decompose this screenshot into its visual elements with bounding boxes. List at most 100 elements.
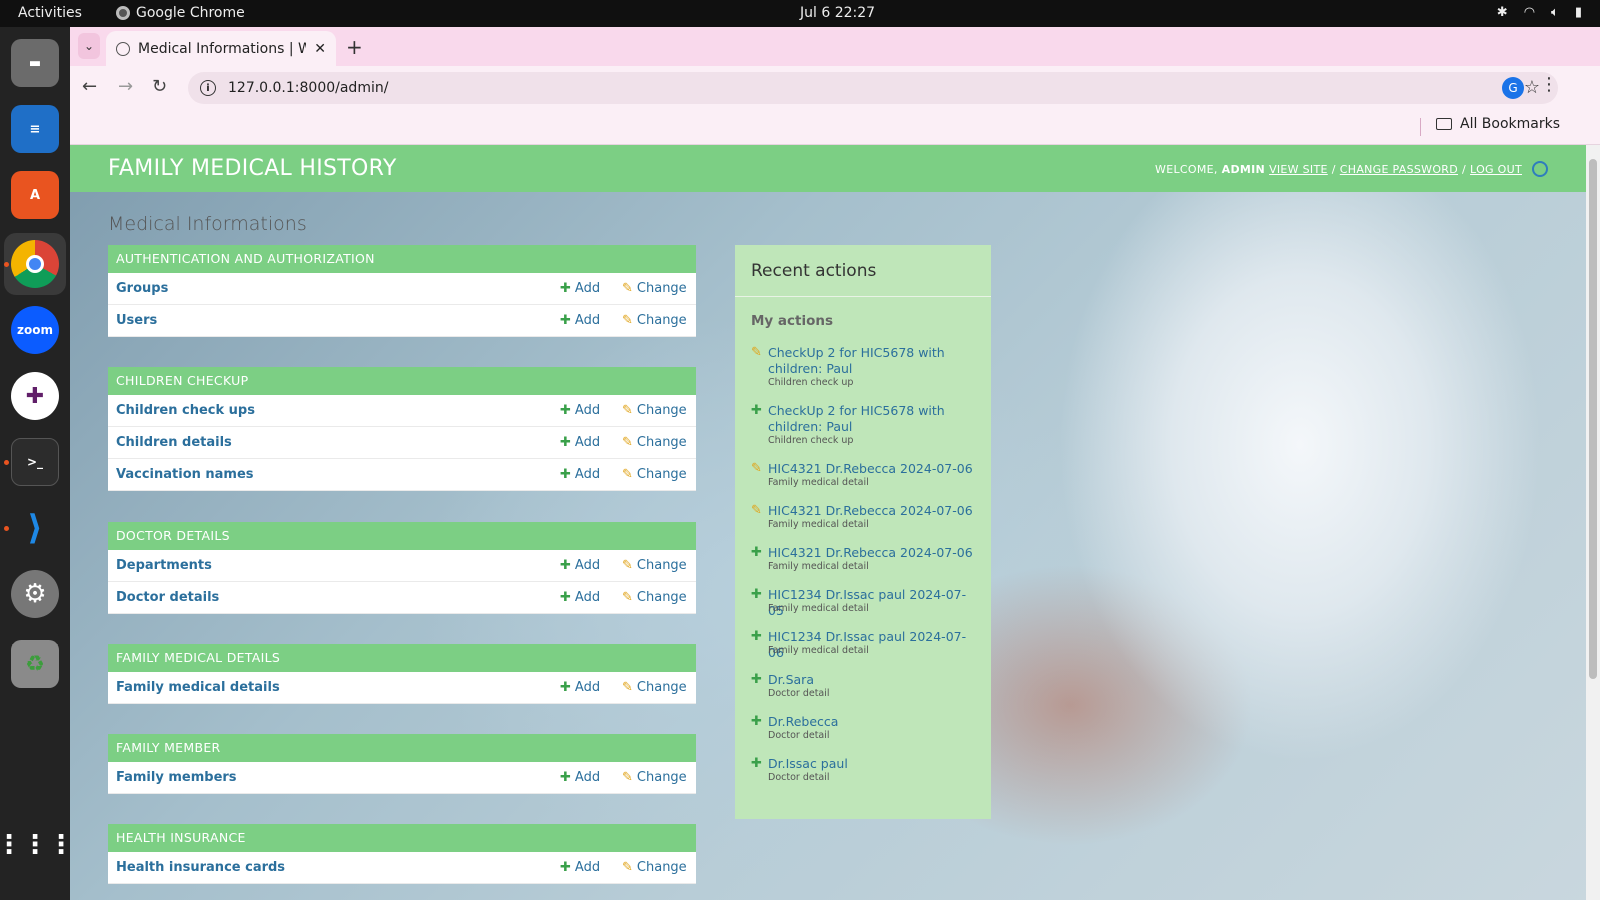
tab-search-button[interactable]: ⌄ (78, 33, 100, 59)
add-link[interactable]: ✚ Add (560, 281, 600, 296)
add-link[interactable]: ✚ Add (560, 860, 600, 875)
show-apps-icon[interactable]: ⋮⋮⋮ (0, 821, 74, 869)
recent-action-link[interactable]: Dr.Issac paul (768, 756, 973, 772)
model-link[interactable]: Health insurance cards (116, 860, 285, 875)
change-link[interactable]: ✎ Change (622, 680, 687, 695)
active-tab[interactable]: Medical Informations | W ✕ (106, 31, 336, 66)
add-link[interactable]: ✚ Add (560, 435, 600, 450)
model-row: Children check ups ✚ Add ✎ Change (108, 395, 696, 427)
close-tab-icon[interactable]: ✕ (314, 41, 326, 57)
recent-action-link[interactable]: HIC4321 Dr.Rebecca 2024-07-06 (768, 503, 973, 519)
profile-avatar[interactable]: G (1502, 77, 1524, 99)
module-caption[interactable]: AUTHENTICATION AND AUTHORIZATION (108, 245, 696, 273)
bookmarks-separator (1420, 118, 1421, 136)
log-out-link[interactable]: LOG OUT (1470, 163, 1522, 176)
model-link[interactable]: Groups (116, 281, 168, 296)
model-row: Users ✚ Add ✎ Change (108, 305, 696, 337)
model-link[interactable]: Vaccination names (116, 467, 254, 482)
system-tray[interactable]: ✱ ◠ 🔈︎ ▮ (1497, 5, 1582, 20)
change-password-link[interactable]: CHANGE PASSWORD (1340, 163, 1458, 176)
browser-toolbar: ← → ↻ i 127.0.0.1:8000/admin/ ☆ G ⋮ (70, 66, 1600, 110)
change-link[interactable]: ✎ Change (622, 860, 687, 875)
module-caption[interactable]: HEALTH INSURANCE (108, 824, 696, 852)
module-caption[interactable]: FAMILY MEDICAL DETAILS (108, 644, 696, 672)
add-link[interactable]: ✚ Add (560, 403, 600, 418)
back-icon[interactable]: ← (82, 76, 97, 97)
recent-action-link[interactable]: Dr.Rebecca (768, 714, 973, 730)
bookmarks-bar: All Bookmarks (70, 110, 1600, 145)
add-label: Add (574, 558, 601, 573)
add-link[interactable]: ✚ Add (560, 770, 600, 785)
plus-icon: ✚ (560, 467, 571, 482)
model-row: Family medical details ✚ Add ✎ Change (108, 672, 696, 704)
site-info-icon[interactable]: i (200, 80, 216, 96)
slack-icon[interactable]: ✚ (11, 372, 59, 420)
bookmark-star-icon[interactable]: ☆ (1524, 77, 1540, 98)
module-caption[interactable]: CHILDREN CHECKUP (108, 367, 696, 395)
scrollbar-thumb[interactable] (1589, 159, 1597, 679)
recent-action-link[interactable]: CheckUp 2 for HIC5678 with children: Pau… (768, 403, 973, 435)
theme-toggle-icon[interactable] (1532, 161, 1548, 177)
all-bookmarks-button[interactable]: All Bookmarks (1436, 116, 1560, 132)
add-link[interactable]: ✚ Add (560, 558, 600, 573)
model-link[interactable]: Doctor details (116, 590, 219, 605)
trash-icon[interactable]: ♻ (11, 640, 59, 688)
zoom-icon[interactable]: zoom (11, 306, 59, 354)
plus-icon: ✚ (560, 313, 571, 328)
add-link[interactable]: ✚ Add (560, 467, 600, 482)
chrome-icon[interactable] (11, 240, 59, 288)
plus-icon: ✚ (751, 587, 762, 602)
address-bar[interactable]: i 127.0.0.1:8000/admin/ ☆ (188, 72, 1558, 104)
pencil-icon: ✎ (622, 558, 633, 573)
change-label: Change (636, 403, 687, 418)
add-link[interactable]: ✚ Add (560, 680, 600, 695)
model-link[interactable]: Departments (116, 558, 212, 573)
change-link[interactable]: ✎ Change (622, 590, 687, 605)
pencil-icon: ✎ (622, 860, 633, 875)
settings-icon[interactable]: ⚙ (11, 570, 59, 618)
my-actions-heading: My actions (751, 313, 834, 329)
change-link[interactable]: ✎ Change (622, 467, 687, 482)
recent-action-link[interactable]: HIC4321 Dr.Rebecca 2024-07-06 (768, 545, 973, 561)
model-link[interactable]: Children details (116, 435, 232, 450)
plus-icon: ✚ (560, 403, 571, 418)
site-brand[interactable]: FAMILY MEDICAL HISTORY (108, 156, 397, 181)
content-type-label: Children check up (768, 377, 854, 388)
files-icon[interactable]: ▬ (11, 39, 59, 87)
terminal-icon[interactable]: >_ (11, 438, 59, 486)
change-link[interactable]: ✎ Change (622, 558, 687, 573)
add-label: Add (574, 403, 601, 418)
change-link[interactable]: ✎ Change (622, 435, 687, 450)
model-link[interactable]: Family members (116, 770, 237, 785)
writer-icon[interactable]: ≡ (11, 105, 59, 153)
add-link[interactable]: ✚ Add (560, 313, 600, 328)
view-site-link[interactable]: VIEW SITE (1269, 163, 1328, 176)
reload-icon[interactable]: ↻ (152, 76, 167, 97)
model-link[interactable]: Family medical details (116, 680, 280, 695)
add-link[interactable]: ✚ Add (560, 590, 600, 605)
recent-action-link[interactable]: HIC4321 Dr.Rebecca 2024-07-06 (768, 461, 973, 477)
forward-icon[interactable]: → (118, 76, 133, 97)
user-tools: WELCOME, ADMIN VIEW SITE / CHANGE PASSWO… (1155, 161, 1548, 177)
model-link[interactable]: Children check ups (116, 403, 255, 418)
content-type-label: Family medical detail (768, 519, 869, 530)
app-center-icon[interactable]: A (11, 171, 59, 219)
new-tab-button[interactable]: + (346, 35, 363, 59)
recent-action-link[interactable]: Dr.Sara (768, 672, 973, 688)
vscode-icon[interactable]: ⟩ (11, 504, 59, 552)
username: ADMIN (1221, 162, 1266, 176)
model-link[interactable]: Users (116, 313, 157, 328)
change-link[interactable]: ✎ Change (622, 313, 687, 328)
change-link[interactable]: ✎ Change (622, 281, 687, 296)
activities-button[interactable]: Activities (18, 5, 82, 21)
change-link[interactable]: ✎ Change (622, 770, 687, 785)
recent-action-link[interactable]: CheckUp 2 for HIC5678 with children: Pau… (768, 345, 973, 377)
app-menu[interactable]: Google Chrome (116, 5, 245, 21)
menu-icon[interactable]: ⋮ (1540, 74, 1558, 95)
module-caption[interactable]: FAMILY MEMBER (108, 734, 696, 762)
plus-icon: ✚ (751, 714, 762, 729)
clock[interactable]: Jul 6 22:27 (800, 5, 875, 21)
change-link[interactable]: ✎ Change (622, 403, 687, 418)
page-scrollbar[interactable] (1586, 145, 1600, 900)
module-caption[interactable]: DOCTOR DETAILS (108, 522, 696, 550)
